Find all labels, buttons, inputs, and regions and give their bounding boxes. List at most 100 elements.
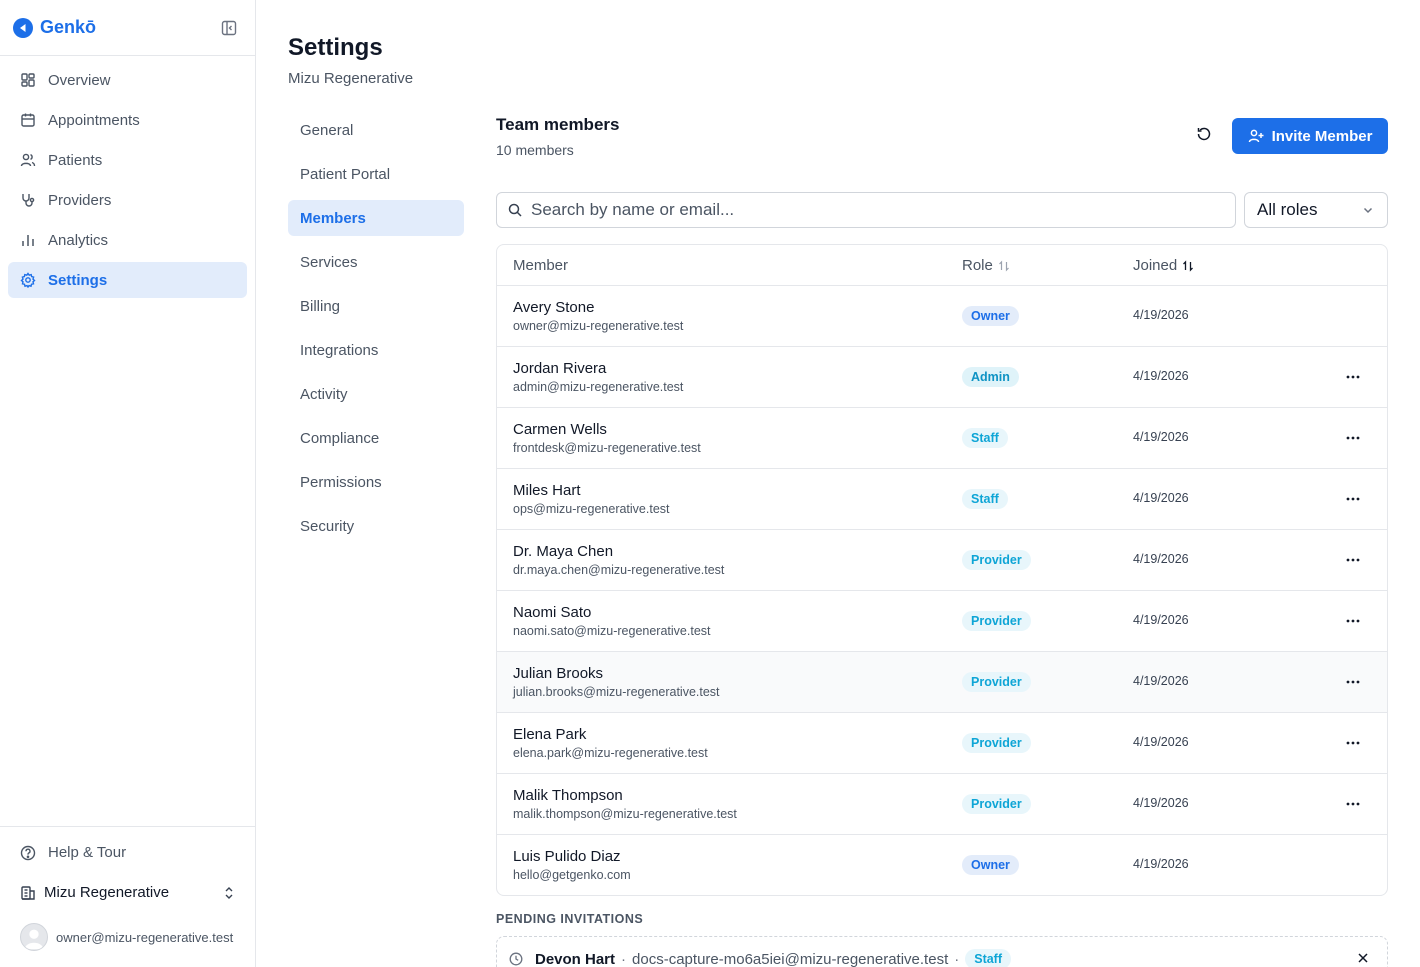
- sidebar-item-settings[interactable]: Settings: [8, 262, 247, 298]
- role-badge: Provider: [962, 733, 1031, 753]
- subnav-item-integrations[interactable]: Integrations: [288, 332, 464, 368]
- bar-chart-icon: [20, 232, 36, 248]
- subnav-item-general[interactable]: General: [288, 112, 464, 148]
- joined-date: 4/19/2026: [1133, 308, 1189, 322]
- column-header-label: Role: [962, 257, 993, 274]
- table-row[interactable]: Dr. Maya Chen dr.maya.chen@mizu-regenera…: [497, 530, 1387, 591]
- joined-date: 4/19/2026: [1133, 796, 1189, 810]
- member-email: naomi.sato@mizu-regenerative.test: [513, 624, 711, 638]
- chevrons-up-down-icon: [222, 886, 236, 900]
- role-badge: Provider: [962, 794, 1031, 814]
- more-horizontal-icon[interactable]: [1341, 613, 1365, 629]
- sidebar: Genkō Overview Appointments Patients Pro…: [0, 0, 256, 967]
- user-menu[interactable]: owner@mizu-regenerative.test: [20, 923, 236, 951]
- org-switcher[interactable]: Mizu Regenerative: [20, 884, 236, 901]
- refresh-icon: [1196, 126, 1212, 147]
- sidebar-collapse-icon[interactable]: [221, 20, 237, 36]
- member-email: ops@mizu-regenerative.test: [513, 502, 670, 516]
- table-row[interactable]: Miles Hart ops@mizu-regenerative.test St…: [497, 469, 1387, 530]
- grid-icon: [20, 72, 36, 88]
- subnav-item-activity[interactable]: Activity: [288, 376, 464, 412]
- member-email: dr.maya.chen@mizu-regenerative.test: [513, 563, 725, 577]
- table-row[interactable]: Naomi Sato naomi.sato@mizu-regenerative.…: [497, 591, 1387, 652]
- search-icon: [507, 202, 523, 218]
- subnav-item-services[interactable]: Services: [288, 244, 464, 280]
- more-horizontal-icon[interactable]: [1341, 552, 1365, 568]
- sidebar-item-overview[interactable]: Overview: [8, 62, 247, 98]
- subnav-item-members[interactable]: Members: [288, 200, 464, 236]
- column-header-joined[interactable]: Joined: [1133, 257, 1194, 274]
- help-circle-icon: [20, 845, 36, 861]
- invite-member-label: Invite Member: [1271, 127, 1373, 145]
- joined-date: 4/19/2026: [1133, 613, 1189, 627]
- role-badge: Staff: [965, 949, 1012, 967]
- sort-icon: [1182, 259, 1194, 272]
- role-badge: Provider: [962, 611, 1031, 631]
- more-horizontal-icon[interactable]: [1341, 674, 1365, 690]
- joined-date: 4/19/2026: [1133, 430, 1189, 444]
- more-horizontal-icon[interactable]: [1341, 796, 1365, 812]
- search-input[interactable]: [531, 200, 1211, 220]
- table-row[interactable]: Elena Park elena.park@mizu-regenerative.…: [497, 713, 1387, 774]
- sidebar-item-label: Appointments: [48, 111, 140, 129]
- sidebar-item-providers[interactable]: Providers: [8, 182, 247, 218]
- role-badge: Admin: [962, 367, 1019, 387]
- sidebar-footer: Help & Tour Mizu Regenerative owner@mizu…: [0, 826, 255, 967]
- chevron-down-icon: [1361, 203, 1375, 217]
- member-name: Avery Stone: [513, 299, 595, 316]
- stethoscope-icon: [20, 192, 36, 208]
- subnav-item-patient-portal[interactable]: Patient Portal: [288, 156, 464, 192]
- table-row[interactable]: Julian Brooks julian.brooks@mizu-regener…: [497, 652, 1387, 713]
- subnav-item-compliance[interactable]: Compliance: [288, 420, 464, 456]
- sidebar-item-patients[interactable]: Patients: [8, 142, 247, 178]
- member-name: Julian Brooks: [513, 665, 604, 682]
- clock-icon: [509, 952, 523, 966]
- sidebar-item-appointments[interactable]: Appointments: [8, 102, 247, 138]
- role-badge: Owner: [962, 855, 1019, 875]
- role-badge: Provider: [962, 672, 1031, 692]
- role-filter-select[interactable]: All roles: [1244, 192, 1388, 228]
- help-tour-button[interactable]: Help & Tour: [20, 844, 126, 861]
- invite-member-button[interactable]: Invite Member: [1232, 118, 1388, 154]
- sidebar-item-label: Overview: [48, 71, 111, 89]
- sidebar-item-analytics[interactable]: Analytics: [8, 222, 247, 258]
- more-horizontal-icon[interactable]: [1341, 491, 1365, 507]
- member-email: frontdesk@mizu-regenerative.test: [513, 441, 701, 455]
- table-row[interactable]: Malik Thompson malik.thompson@mizu-regen…: [497, 774, 1387, 835]
- joined-date: 4/19/2026: [1133, 674, 1189, 688]
- column-header-member: Member: [513, 257, 568, 274]
- role-badge: Staff: [962, 428, 1008, 448]
- user-email: owner@mizu-regenerative.test: [56, 929, 234, 945]
- member-count: 10 members: [496, 142, 574, 158]
- table-row[interactable]: Avery Stone owner@mizu-regenerative.test…: [497, 286, 1387, 347]
- brand-logo-icon[interactable]: [13, 17, 33, 38]
- close-icon[interactable]: [1357, 952, 1369, 964]
- column-header-role[interactable]: Role: [962, 257, 1010, 274]
- subnav-item-billing[interactable]: Billing: [288, 288, 464, 324]
- table-row[interactable]: Luis Pulido Diaz hello@getgenko.com Owne…: [497, 835, 1387, 895]
- separator: ·: [621, 950, 627, 967]
- help-tour-label: Help & Tour: [48, 844, 127, 861]
- brand-name[interactable]: Genkō: [40, 17, 96, 38]
- sidebar-item-label: Providers: [48, 191, 112, 209]
- refresh-button[interactable]: [1188, 120, 1220, 152]
- table-row[interactable]: Jordan Rivera admin@mizu-regenerative.te…: [497, 347, 1387, 408]
- role-badge: Owner: [962, 306, 1019, 326]
- more-horizontal-icon[interactable]: [1341, 735, 1365, 751]
- more-horizontal-icon[interactable]: [1341, 430, 1365, 446]
- joined-date: 4/19/2026: [1133, 735, 1189, 749]
- table-header: Member Role Joined: [497, 245, 1387, 286]
- section-title: Team members: [496, 115, 620, 134]
- pending-invitations-heading: PENDING INVITATIONS: [496, 912, 644, 926]
- sidebar-item-label: Settings: [48, 271, 108, 289]
- subnav-item-security[interactable]: Security: [288, 508, 464, 544]
- table-row[interactable]: Carmen Wells frontdesk@mizu-regenerative…: [497, 408, 1387, 469]
- more-horizontal-icon[interactable]: [1341, 369, 1365, 385]
- member-name: Malik Thompson: [513, 787, 623, 804]
- separator: ·: [954, 950, 960, 967]
- gear-icon: [20, 272, 36, 288]
- role-filter-value: All roles: [1257, 200, 1318, 219]
- pending-invitation-item: Devon Hart · docs-capture-mo6a5iei@mizu-…: [496, 936, 1388, 967]
- avatar: [20, 923, 48, 951]
- subnav-item-permissions[interactable]: Permissions: [288, 464, 464, 500]
